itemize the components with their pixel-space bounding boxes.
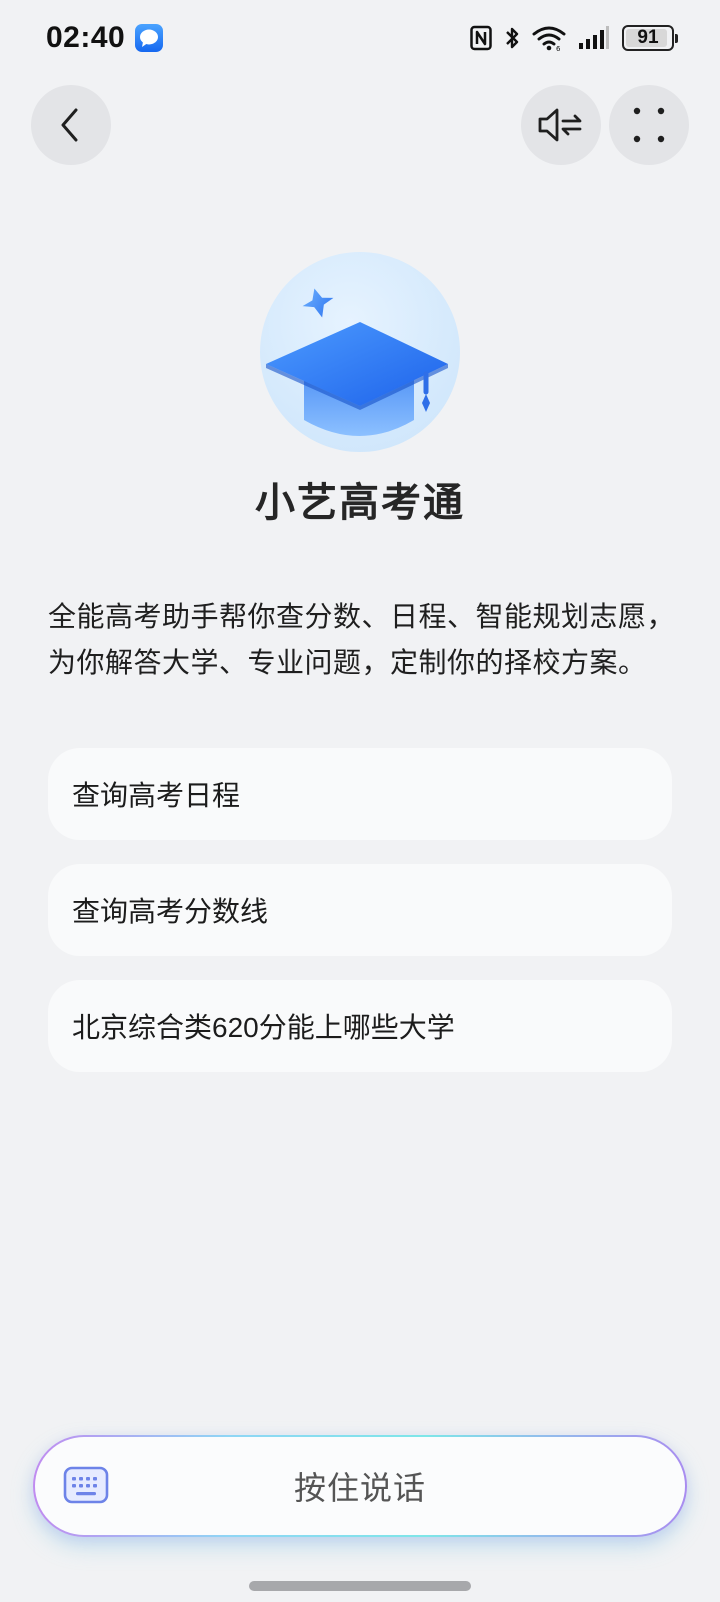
voice-input-bar: 按住说话: [33, 1435, 687, 1537]
screen: 02:40 6 91 小艺高考通 全能高考助手帮你查分数、日程、智能规划志愿，为…: [0, 0, 720, 1602]
app-title: 小艺高考通: [255, 481, 465, 525]
keyboard-icon[interactable]: [63, 1465, 109, 1505]
status-left: 02:40: [46, 21, 164, 55]
hold-to-talk-button[interactable]: 按住说话: [35, 1437, 685, 1535]
battery-icon: 91: [622, 25, 678, 51]
chevron-left-icon: [61, 108, 78, 142]
status-time: 02:40: [46, 21, 126, 54]
sound-switch-button[interactable]: [521, 85, 601, 165]
speaker-switch-icon: [538, 108, 582, 142]
home-indicator[interactable]: [249, 1581, 471, 1591]
message-icon: [135, 24, 164, 52]
app-description: 全能高考助手帮你查分数、日程、智能规划志愿，为你解答大学、专业问题，定制你的择校…: [48, 601, 676, 678]
suggestion-card[interactable]: 查询高考日程: [48, 748, 672, 840]
suggestion-list: 查询高考日程 查询高考分数线 北京综合类620分能上哪些大学: [48, 748, 672, 1096]
graduation-cap-icon: [260, 252, 460, 452]
status-bar: 02:40 6 91: [0, 0, 720, 76]
svg-text:6: 6: [556, 45, 561, 52]
suggestion-card[interactable]: 北京综合类620分能上哪些大学: [48, 980, 672, 1072]
app-logo: [260, 252, 460, 452]
battery-level: 91: [637, 27, 659, 48]
back-button[interactable]: [31, 85, 111, 165]
suggestion-card[interactable]: 查询高考分数线: [48, 864, 672, 956]
signal-icon: [579, 26, 609, 49]
more-button[interactable]: [609, 85, 689, 165]
status-right: 6 91: [470, 24, 678, 52]
hold-to-talk-label: 按住说话: [293, 1470, 426, 1506]
four-dots-icon: [633, 107, 665, 143]
wifi-icon: 6: [532, 26, 566, 52]
nfc-icon: [470, 25, 492, 51]
bluetooth-icon: [506, 27, 519, 49]
